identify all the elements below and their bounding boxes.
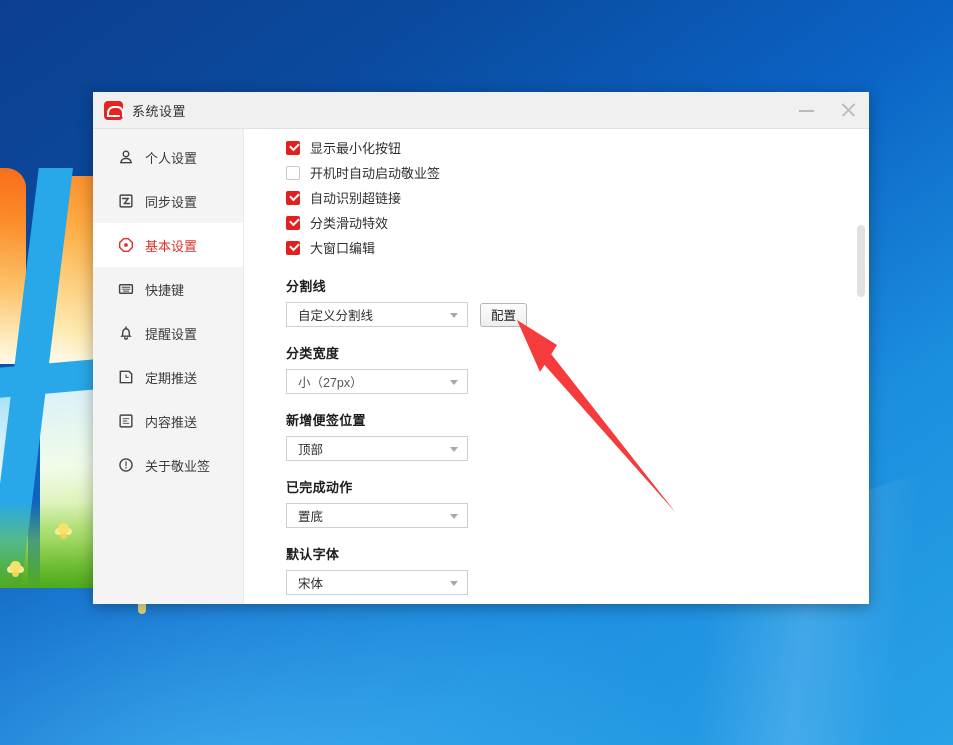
checkbox-label: 分类滑动特效	[310, 216, 389, 231]
sidebar-item-label: 快捷键	[145, 282, 185, 298]
sidebar-item-about[interactable]: 关于敬业签	[93, 443, 243, 487]
content-box-icon	[117, 412, 135, 430]
chevron-down-icon	[450, 313, 458, 318]
sync-icon	[117, 192, 135, 210]
wallpaper-bar-vertical	[0, 168, 75, 588]
setting-group-divider: 分割线 自定义分割线 配置	[286, 276, 869, 327]
checkbox-checked-icon[interactable]	[286, 190, 300, 205]
sidebar-item-reminder[interactable]: 提醒设置	[93, 311, 243, 355]
group-label: 新增便签位置	[286, 413, 366, 428]
group-control-row: 顶部	[286, 436, 869, 461]
info-circle-icon	[117, 456, 135, 474]
new-note-position-select[interactable]: 顶部	[286, 436, 468, 461]
checkbox-label: 自动识别超链接	[310, 191, 402, 206]
content-scrollbar[interactable]	[857, 129, 865, 604]
close-button[interactable]	[827, 92, 869, 128]
checkbox-label: 大窗口编辑	[310, 241, 376, 256]
sidebar-item-label: 内容推送	[145, 414, 198, 430]
sidebar-item-label: 基本设置	[145, 238, 198, 254]
checkbox-checked-icon[interactable]	[286, 215, 300, 230]
setting-group-default-font: 默认字体 宋体	[286, 544, 869, 595]
sidebar-item-label: 提醒设置	[145, 326, 198, 342]
group-control-row: 自定义分割线 配置	[286, 302, 869, 327]
group-label: 分类宽度	[286, 346, 340, 361]
sidebar-item-sync[interactable]: 同步设置	[93, 179, 243, 223]
group-label: 分割线	[286, 279, 326, 294]
clock-box-icon	[117, 368, 135, 386]
bell-icon	[117, 324, 135, 342]
checkbox-checked-icon[interactable]	[286, 240, 300, 255]
configure-button[interactable]: 配置	[480, 302, 528, 327]
window-title: 系统设置	[132, 103, 187, 119]
checkbox-label: 开机时自动启动敬业签	[310, 166, 441, 181]
group-control-row: 小（27px）	[286, 369, 869, 394]
sidebar-item-personal[interactable]: 个人设置	[93, 135, 243, 179]
system-settings-window: 系统设置 个人设置 同步设置 基本设置 快捷键 提醒设置 定期推送 内容推送 关…	[93, 92, 869, 604]
scrollbar-thumb[interactable]	[857, 225, 865, 297]
chevron-down-icon	[450, 380, 458, 385]
window-titlebar[interactable]: 系统设置	[93, 92, 869, 129]
settings-content-scroll: 显示最小化按钮 开机时自动启动敬业签 自动识别超链接 分类滑动特效 大窗口编辑 …	[244, 129, 869, 604]
sidebar-item-scheduled-push[interactable]: 定期推送	[93, 355, 243, 399]
wallpaper-flower-icon	[58, 523, 69, 534]
sidebar-item-basic[interactable]: 基本设置	[93, 223, 243, 267]
settings-sidebar: 个人设置 同步设置 基本设置 快捷键 提醒设置 定期推送 内容推送 关于敬业签	[93, 129, 243, 604]
completed-action-select[interactable]: 置底	[286, 503, 468, 528]
select-value: 宋体	[298, 577, 324, 591]
chevron-down-icon	[450, 581, 458, 586]
category-width-select[interactable]: 小（27px）	[286, 369, 468, 394]
wallpaper-pane-top-left	[0, 168, 26, 364]
chevron-down-icon	[450, 447, 458, 452]
sidebar-item-label: 定期推送	[145, 370, 198, 386]
divider-select[interactable]: 自定义分割线	[286, 302, 468, 327]
minimize-button[interactable]	[785, 92, 827, 128]
chevron-down-icon	[450, 514, 458, 519]
group-control-row: 宋体	[286, 570, 869, 595]
group-label: 默认字体	[286, 547, 340, 562]
checkbox-checked-icon[interactable]	[286, 140, 300, 155]
sidebar-item-shortcuts[interactable]: 快捷键	[93, 267, 243, 311]
window-body: 个人设置 同步设置 基本设置 快捷键 提醒设置 定期推送 内容推送 关于敬业签 …	[93, 129, 869, 604]
select-value: 小（27px）	[298, 376, 363, 390]
setting-group-new-note-position: 新增便签位置 顶部	[286, 410, 869, 461]
group-control-row: 置底	[286, 503, 869, 528]
checkbox-row-category-slide-effect[interactable]: 分类滑动特效	[286, 210, 869, 235]
checkbox-unchecked-icon[interactable]	[286, 165, 300, 180]
sidebar-item-content-push[interactable]: 内容推送	[93, 399, 243, 443]
wallpaper-flower-icon	[10, 561, 21, 572]
checkbox-label: 显示最小化按钮	[310, 141, 402, 156]
sidebar-item-label: 个人设置	[145, 150, 198, 166]
group-label: 已完成动作	[286, 480, 353, 495]
sidebar-item-label: 同步设置	[145, 194, 198, 210]
checkbox-row-autostart[interactable]: 开机时自动启动敬业签	[286, 160, 869, 185]
person-icon	[117, 148, 135, 166]
sidebar-item-label: 关于敬业签	[145, 458, 211, 474]
keyboard-icon	[117, 280, 135, 298]
select-value: 置底	[298, 510, 324, 524]
checkbox-row-show-minimize[interactable]: 显示最小化按钮	[286, 135, 869, 160]
select-value: 自定义分割线	[298, 309, 374, 323]
checkbox-row-large-window-edit[interactable]: 大窗口编辑	[286, 235, 869, 260]
wallpaper-pane-bottom-left	[0, 380, 28, 588]
desktop: 系统设置 个人设置 同步设置 基本设置 快捷键 提醒设置 定期推送 内容推送 关…	[0, 0, 953, 745]
jingyeqian-logo-icon	[104, 100, 124, 120]
default-font-select[interactable]: 宋体	[286, 570, 468, 595]
checkbox-row-auto-hyperlink[interactable]: 自动识别超链接	[286, 185, 869, 210]
setting-group-category-width: 分类宽度 小（27px）	[286, 343, 869, 394]
settings-content-panel: 显示最小化按钮 开机时自动启动敬业签 自动识别超链接 分类滑动特效 大窗口编辑 …	[243, 129, 869, 604]
octagon-dot-icon	[117, 236, 135, 254]
select-value: 顶部	[298, 443, 324, 457]
setting-group-completed-action: 已完成动作 置底	[286, 477, 869, 528]
minimize-icon	[799, 110, 814, 112]
